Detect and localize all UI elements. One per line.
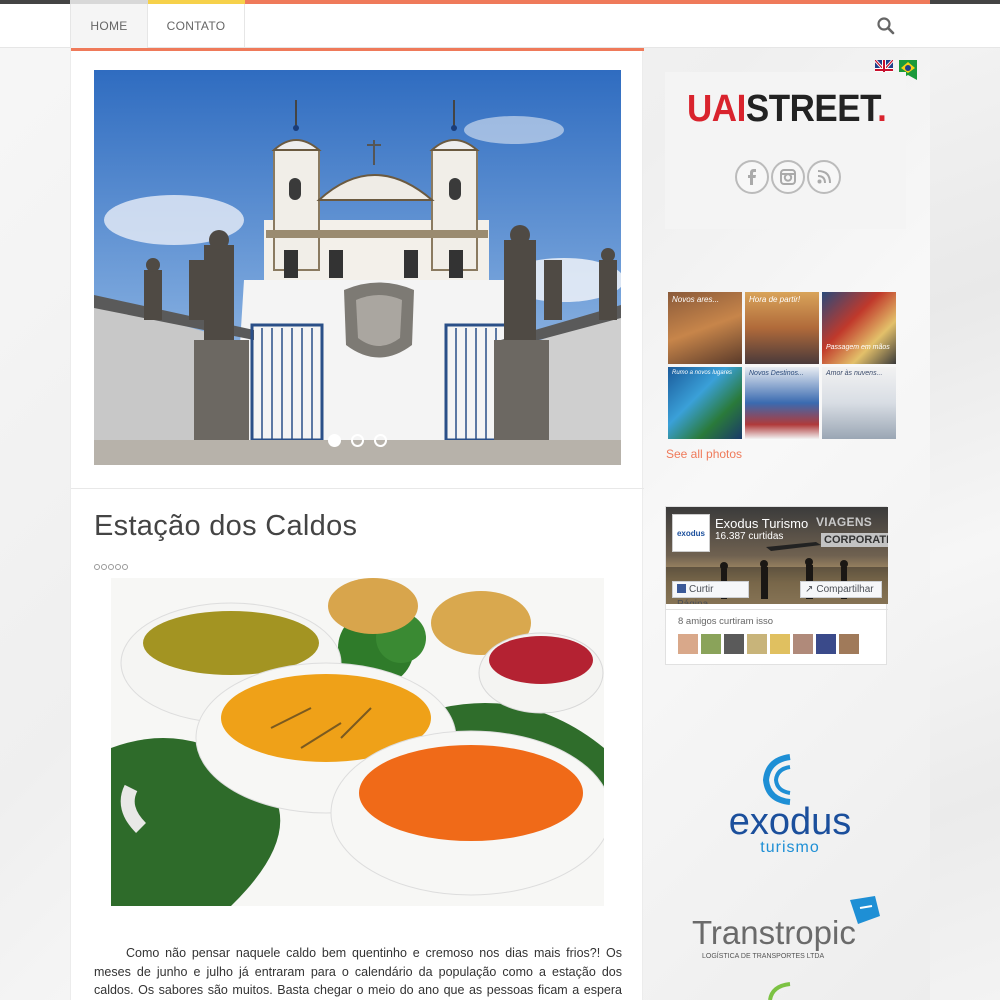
exodus-fb-avatar: exodus bbox=[672, 514, 710, 552]
search-icon[interactable] bbox=[876, 16, 896, 36]
gallery-photo[interactable]: Hora de partir! bbox=[745, 292, 819, 364]
divider bbox=[71, 488, 644, 489]
photo-caption: Amor às nuvens... bbox=[826, 370, 883, 377]
soup-photo bbox=[111, 578, 604, 906]
site-logo[interactable]: UAISTREET. bbox=[687, 88, 887, 131]
fb-share-button[interactable]: ↗ Compartilhar bbox=[800, 581, 882, 598]
exodus-logo-name: exodus bbox=[729, 801, 852, 843]
logo-part-dot: . bbox=[877, 88, 887, 130]
logo-part-street: STREET bbox=[745, 88, 878, 130]
exodus-turismo-logo[interactable]: exodus turismo bbox=[710, 752, 870, 860]
social-links bbox=[735, 160, 841, 194]
fb-share-label: Compartilhar bbox=[816, 584, 874, 595]
gallery-photo[interactable]: Passagem em mãos bbox=[822, 292, 896, 364]
slider-dot-1[interactable] bbox=[328, 434, 341, 447]
friend-avatar[interactable] bbox=[701, 634, 721, 654]
facebook-cover[interactable]: exodus Exodus Turismo 16.387 curtidas VI… bbox=[666, 507, 888, 604]
post-rating[interactable] bbox=[94, 564, 128, 570]
fb-avatar-text: exodus bbox=[676, 528, 705, 538]
facebook-page-widget: exodus Exodus Turismo 16.387 curtidas VI… bbox=[665, 506, 888, 665]
exodus-logo-sub: turismo bbox=[760, 839, 819, 856]
fb-likes-count: 16.387 curtidas bbox=[715, 531, 784, 542]
gallery-photo[interactable]: Amor às nuvens... bbox=[822, 367, 896, 439]
rating-star-1[interactable] bbox=[94, 564, 100, 570]
post-title[interactable]: Estação dos Caldos bbox=[94, 510, 357, 543]
friend-avatar[interactable] bbox=[678, 634, 698, 654]
fb-friends-text: 8 amigos curtiram isso bbox=[678, 616, 774, 627]
slider-dots bbox=[328, 434, 387, 447]
navbar: HOME CONTATO bbox=[0, 4, 1000, 48]
photo-caption: Novos ares... bbox=[672, 295, 720, 304]
see-all-photos-link[interactable]: See all photos bbox=[666, 447, 742, 461]
site-logo-box: UAISTREET. bbox=[665, 72, 906, 229]
nav-inner: HOME CONTATO bbox=[70, 4, 930, 48]
post-body: Como não pensar naquele caldo bem quenti… bbox=[94, 946, 622, 997]
share-arrow-icon: ↗ bbox=[805, 584, 814, 595]
image-slider[interactable] bbox=[94, 70, 621, 465]
nav-contato-link[interactable]: CONTATO bbox=[148, 4, 245, 48]
friend-avatar[interactable] bbox=[747, 634, 767, 654]
page-background-pattern bbox=[930, 0, 1000, 1000]
photo-caption: Hora de partir! bbox=[749, 295, 801, 304]
photo-caption: Passagem em mãos bbox=[826, 344, 890, 351]
facebook-icon[interactable] bbox=[735, 160, 769, 194]
gallery-photo[interactable]: Rumo a novos lugares bbox=[668, 367, 742, 439]
main-accent-line bbox=[71, 48, 644, 51]
slider-dot-2[interactable] bbox=[351, 434, 364, 447]
friend-avatar[interactable] bbox=[770, 634, 790, 654]
fb-cover-text: VIAGENS bbox=[816, 515, 873, 529]
fb-cover-text-2: CORPORATIVA bbox=[821, 533, 888, 547]
friend-avatar[interactable] bbox=[816, 634, 836, 654]
rss-icon[interactable] bbox=[807, 160, 841, 194]
photo-caption: Novos Destinos... bbox=[749, 370, 804, 377]
fb-friend-faces bbox=[678, 634, 859, 654]
main-content: Estação dos Caldos Como não pensar naque… bbox=[70, 48, 644, 1000]
church-photo bbox=[94, 70, 621, 465]
instagram-icon[interactable] bbox=[771, 160, 805, 194]
friend-avatar[interactable] bbox=[793, 634, 813, 654]
rating-star-3[interactable] bbox=[108, 564, 114, 570]
fb-like-button[interactable]: Curtir Página bbox=[672, 581, 749, 604]
fb-page-name[interactable]: Exodus Turismo bbox=[715, 516, 808, 531]
gallery-photo[interactable]: Novos Destinos... bbox=[745, 367, 819, 439]
nav-home-link[interactable]: HOME bbox=[70, 4, 148, 48]
partner-logo-partial bbox=[768, 982, 791, 1000]
logo-part-uai: UAI bbox=[687, 88, 746, 130]
slider-dot-3[interactable] bbox=[374, 434, 387, 447]
transtropic-logo-name: Transtropic bbox=[692, 914, 856, 951]
gallery-photo[interactable]: Novos ares... bbox=[668, 292, 742, 364]
fb-friends-section: 8 amigos curtiram isso bbox=[666, 609, 888, 665]
photo-caption: Rumo a novos lugares bbox=[672, 370, 733, 376]
fb-small-icon bbox=[677, 584, 686, 593]
friend-avatar[interactable] bbox=[839, 634, 859, 654]
rating-star-2[interactable] bbox=[101, 564, 107, 570]
photo-gallery: Novos ares... Hora de partir! Passagem e… bbox=[668, 292, 896, 439]
transtropic-logo-sub: LOGÍSTICA DE TRANSPORTES LTDA bbox=[702, 951, 824, 960]
rating-star-4[interactable] bbox=[115, 564, 121, 570]
friend-avatar[interactable] bbox=[724, 634, 744, 654]
rating-star-5[interactable] bbox=[122, 564, 128, 570]
transtropic-logo[interactable]: Transtropic LOGÍSTICA DE TRANSPORTES LTD… bbox=[690, 896, 890, 964]
